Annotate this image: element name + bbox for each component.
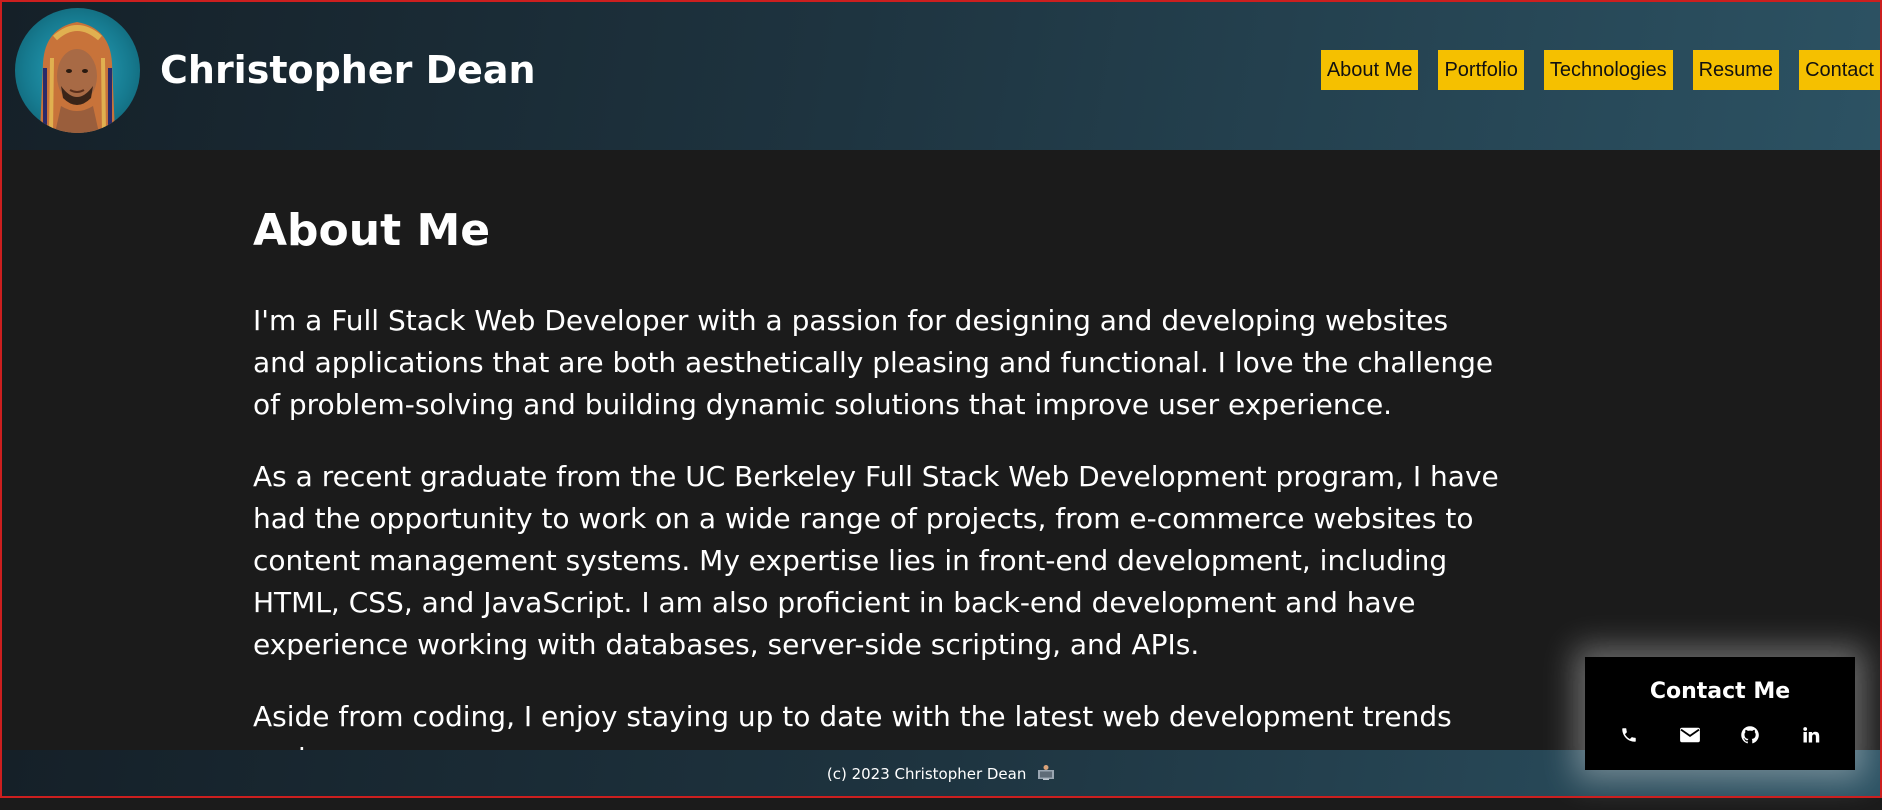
nav-technologies[interactable]: Technologies <box>1543 50 1673 90</box>
about-paragraph: I'm a Full Stack Web Developer with a pa… <box>253 304 1494 421</box>
about-section: About Me I'm a Full Stack Web Developer … <box>253 205 1503 810</box>
github-icon[interactable] <box>1737 722 1763 748</box>
nav-resume[interactable]: Resume <box>1692 50 1780 90</box>
contact-title: Contact Me <box>1649 679 1791 704</box>
copyright-text: (c) 2023 Christopher Dean <box>826 765 1027 783</box>
section-heading: About Me <box>253 205 491 256</box>
site-name[interactable]: Christopher Dean <box>160 48 536 92</box>
contact-icons <box>1585 722 1855 748</box>
about-paragraph: As a recent graduate from the UC Berkele… <box>253 460 1499 661</box>
nav-about-me[interactable]: About Me <box>1320 50 1419 90</box>
nav-contact[interactable]: Contact <box>1799 50 1880 90</box>
site-header: Christopher Dean About Me Portfolio Tech… <box>0 0 1882 150</box>
avatar <box>15 8 140 133</box>
email-icon[interactable] <box>1677 722 1703 748</box>
contact-card: Contact Me <box>1585 657 1855 770</box>
main-nav: About Me Portfolio Technologies Resume C… <box>1320 50 1880 90</box>
nav-portfolio[interactable]: Portfolio <box>1438 50 1524 90</box>
linkedin-icon[interactable] <box>1798 722 1824 748</box>
phone-icon[interactable] <box>1616 722 1642 748</box>
computer-user-icon <box>1037 751 1055 799</box>
